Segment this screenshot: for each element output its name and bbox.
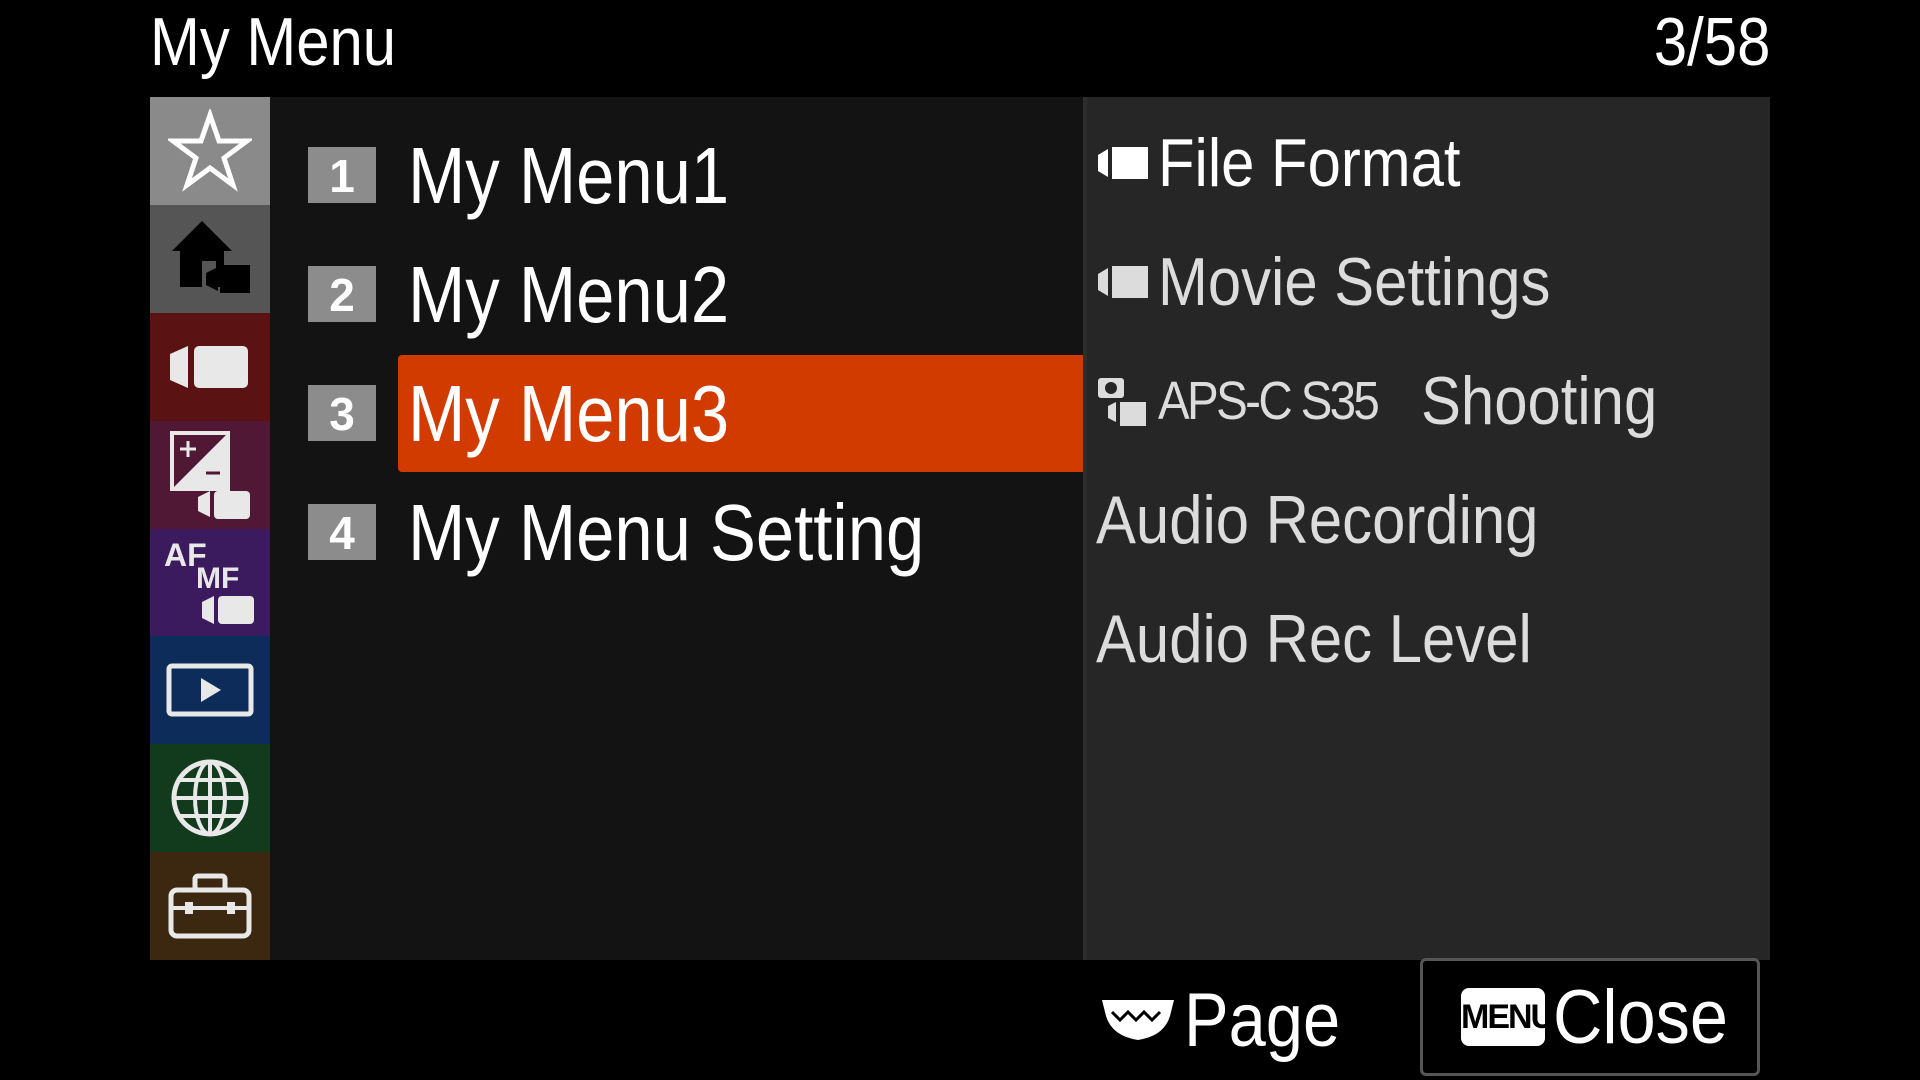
submenu-item-label: File Format	[1158, 124, 1461, 201]
submenu-list: File Format Movie Settings APS-C S35 Sho…	[1096, 103, 1690, 698]
close-label: Close	[1553, 974, 1728, 1060]
tab-exposure-color[interactable]	[150, 420, 270, 529]
tab-setup[interactable]	[150, 852, 270, 960]
menu-item-number: 1	[308, 146, 376, 203]
movie-icon	[1098, 265, 1148, 298]
menu-item-number: 2	[308, 265, 376, 322]
submenu-item-movie-settings[interactable]: Movie Settings	[1096, 222, 1690, 341]
menu-item-number: 4	[308, 503, 376, 560]
exposure-movie-icon	[170, 430, 250, 519]
toolbox-icon	[168, 873, 252, 939]
menu-item-label: My Menu1	[408, 131, 730, 220]
page-label: Page	[1184, 977, 1341, 1063]
menu-item-my-menu1[interactable]: 1 My Menu1	[300, 115, 1080, 234]
photo-movie-icon	[1098, 377, 1146, 426]
submenu-item-shooting[interactable]: APS-C S35 Shooting	[1096, 341, 1690, 460]
close-button[interactable]: MENU Close	[1420, 958, 1760, 1076]
submenu-item-audio-recording[interactable]: Audio Recording	[1096, 460, 1690, 579]
tab-my-menu[interactable]	[150, 97, 270, 205]
menu-item-label: My Menu3	[408, 369, 730, 458]
submenu-item-label: Audio Recording	[1096, 481, 1539, 558]
movie-icon	[1098, 146, 1148, 179]
tab-focus[interactable]: AF MF	[150, 528, 270, 637]
aps-c-s35-label: APS-C S35	[1158, 370, 1380, 431]
submenu-item-label: Audio Rec Level	[1096, 600, 1532, 677]
page-hint[interactable]: Page	[1100, 975, 1362, 1065]
submenu-item-label: Movie Settings	[1158, 243, 1551, 320]
page-title: My Menu	[150, 4, 397, 80]
page-indicator: 3/58	[1653, 4, 1770, 80]
tab-main[interactable]	[150, 204, 270, 313]
af-mf-movie-icon: AF MF	[164, 537, 254, 625]
tab-playback[interactable]	[150, 636, 270, 745]
control-wheel-icon	[1102, 1000, 1174, 1040]
network-globe-icon	[171, 759, 249, 837]
playback-icon	[166, 663, 254, 717]
menu-item-label: My Menu Setting	[408, 488, 925, 577]
menu-item-label: My Menu2	[408, 250, 730, 339]
star-icon	[168, 108, 252, 192]
tab-network[interactable]	[150, 744, 270, 853]
home-movie-icon	[172, 220, 250, 293]
tab-shooting[interactable]	[150, 312, 270, 421]
menu-item-my-menu3[interactable]: 3 My Menu3	[300, 353, 1086, 472]
menu-item-my-menu2[interactable]: 2 My Menu2	[300, 234, 1080, 353]
menu-key-icon: MENU	[1461, 988, 1555, 1046]
menu-item-my-menu-setting[interactable]: 4 My Menu Setting	[300, 472, 1080, 591]
movie-camera-icon	[170, 345, 248, 388]
menu-list: 1 My Menu1 2 My Menu2 3 My Menu3 4 My Me…	[300, 115, 1086, 591]
submenu-item-label: Shooting	[1421, 362, 1658, 439]
category-sidebar: AF MF	[150, 97, 270, 960]
menu-item-number: 3	[308, 384, 376, 441]
submenu-item-audio-rec-level[interactable]: Audio Rec Level	[1096, 579, 1690, 698]
mf-label: MF	[196, 562, 239, 595]
submenu-item-file-format[interactable]: File Format	[1096, 103, 1690, 222]
